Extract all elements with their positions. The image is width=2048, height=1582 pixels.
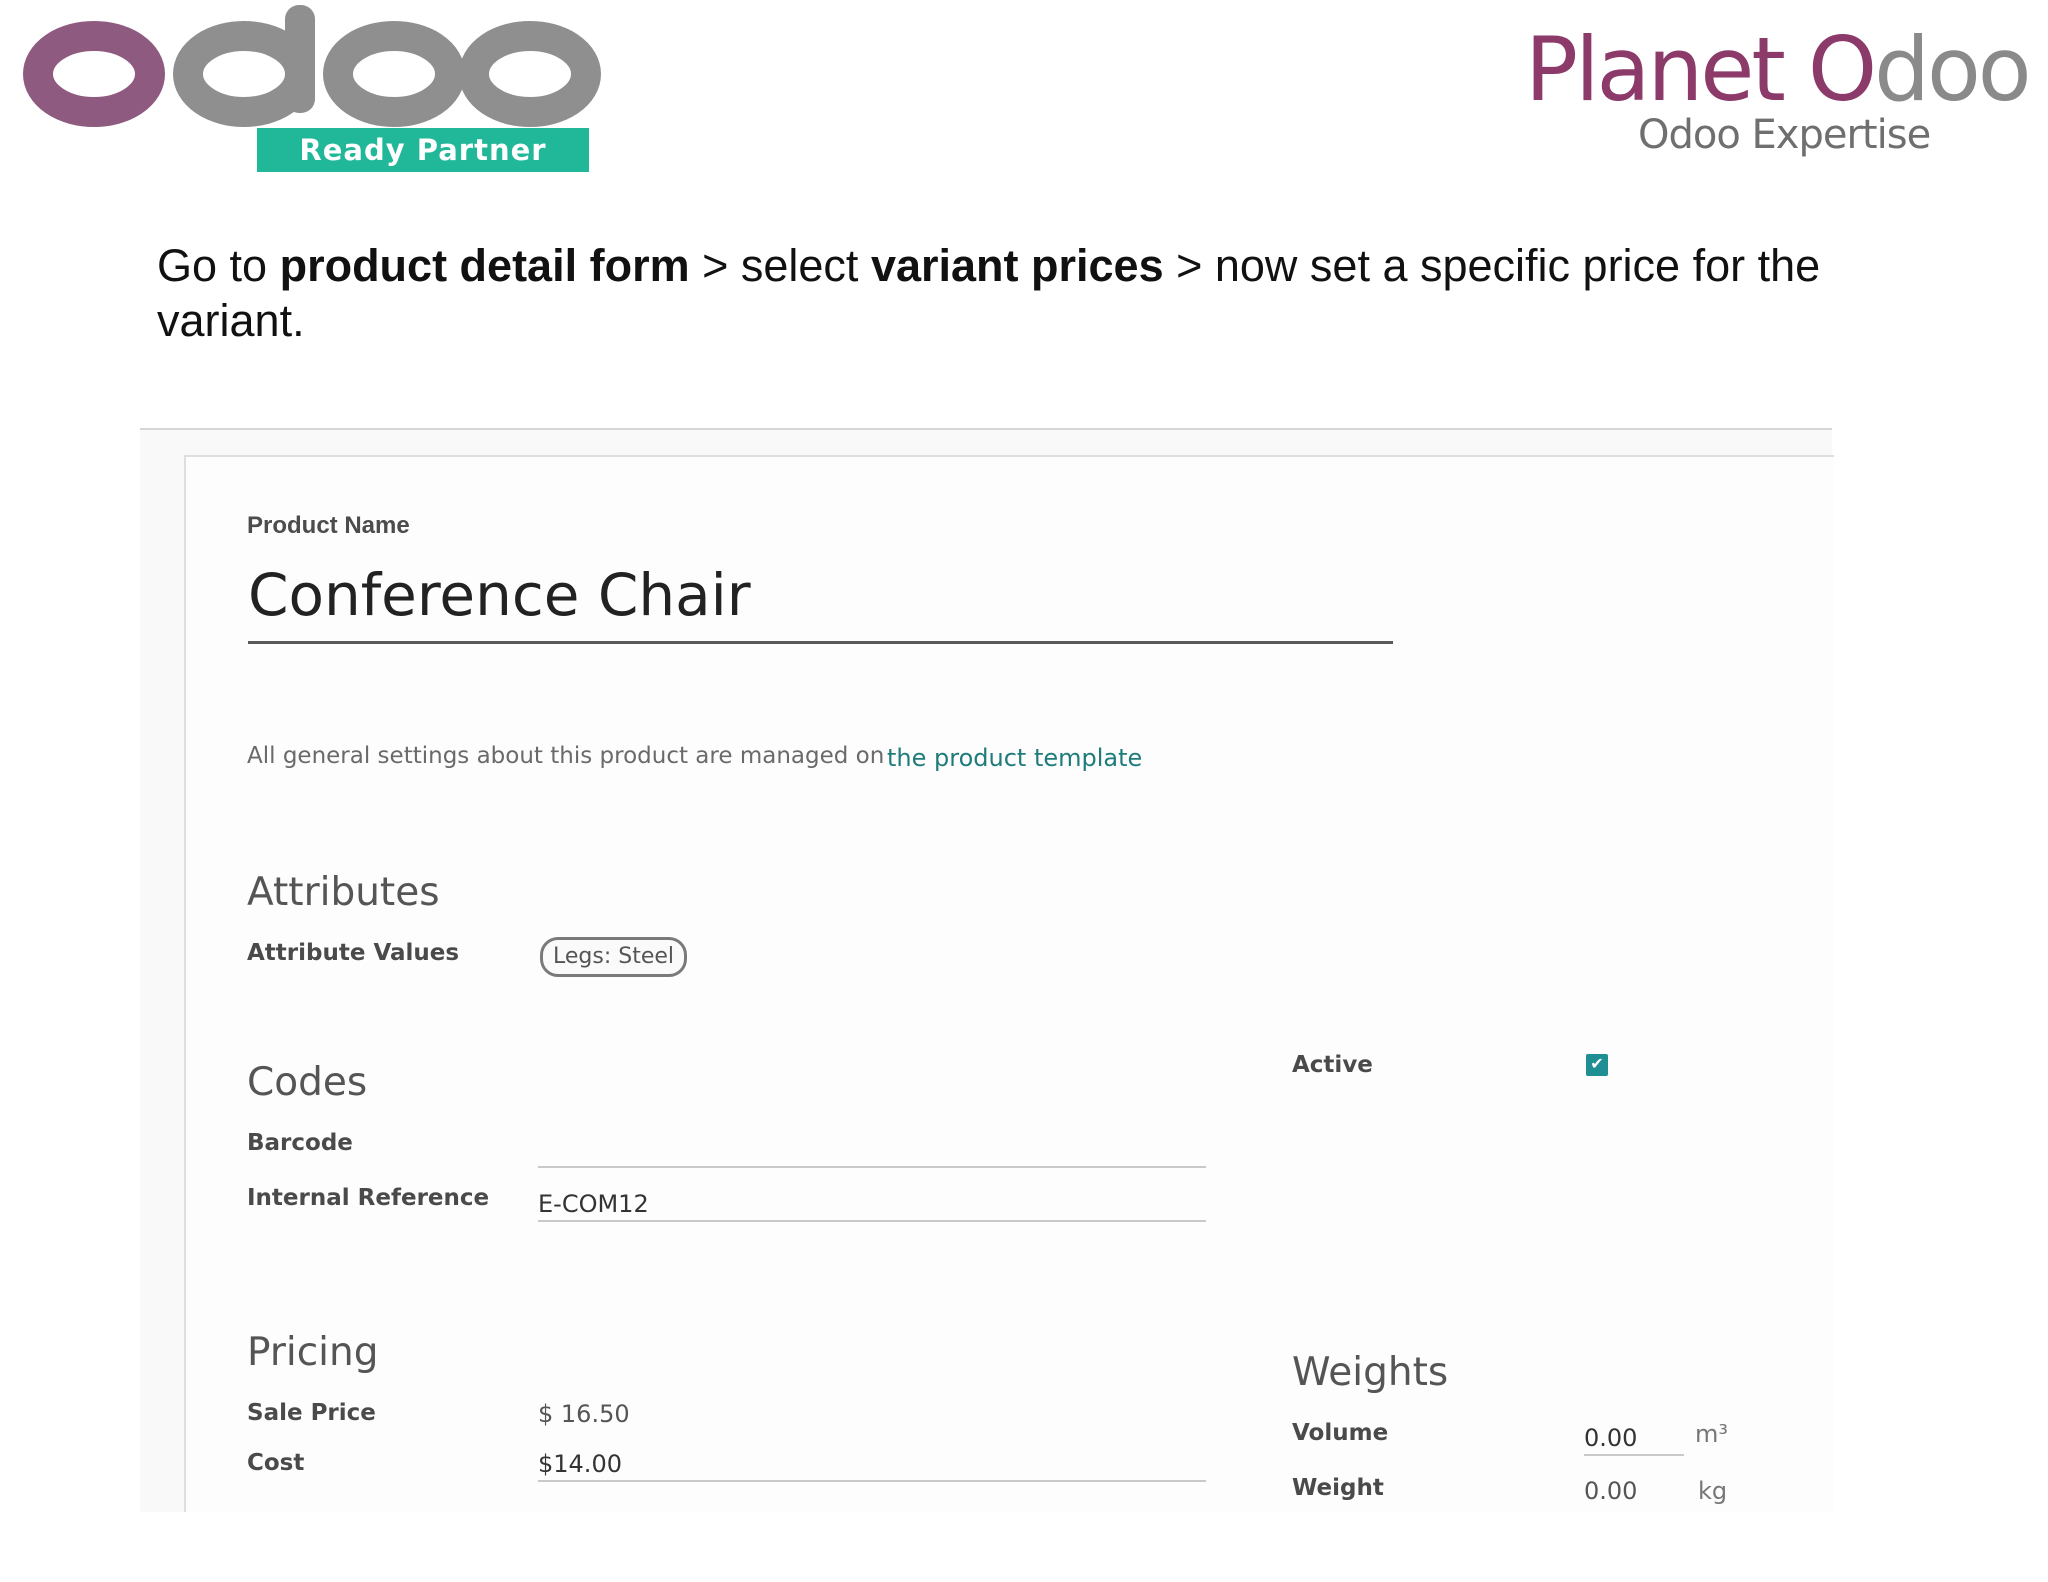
volume-unit: m³ (1695, 1420, 1728, 1448)
template-note: All general settings about this product … (247, 743, 885, 769)
weight-label: Weight (1292, 1475, 1384, 1501)
weight-unit: kg (1698, 1477, 1728, 1505)
cost-label: Cost (247, 1450, 305, 1476)
cost-field[interactable]: $14.00 (538, 1444, 1206, 1482)
ready-partner-badge: Ready Partner (257, 128, 589, 172)
weights-section-title: Weights (1292, 1350, 1449, 1395)
instruction-text: Go to product detail form > select varia… (157, 240, 1821, 346)
sale-price-value: $ 16.50 (538, 1400, 630, 1428)
volume-field[interactable]: 0.00 (1584, 1418, 1684, 1456)
sale-price-label: Sale Price (247, 1400, 376, 1426)
product-name-input[interactable]: Conference Chair (248, 555, 1393, 644)
barcode-label: Barcode (247, 1130, 353, 1156)
active-label: Active (1292, 1052, 1373, 1078)
product-template-link[interactable]: the product template (887, 744, 1142, 772)
attributes-section-title: Attributes (247, 870, 440, 915)
internal-reference-field[interactable]: E-COM12 (538, 1184, 1206, 1222)
barcode-field[interactable] (538, 1130, 1206, 1168)
internal-reference-label: Internal Reference (247, 1185, 490, 1211)
active-checkbox[interactable]: ✔ (1586, 1054, 1608, 1076)
attribute-values-label: Attribute Values (247, 940, 460, 966)
planet-odoo-tagline: Odoo Expertise (1638, 112, 1931, 158)
weight-value[interactable]: 0.00 (1584, 1477, 1637, 1505)
pricing-section-title: Pricing (247, 1330, 379, 1375)
codes-section-title: Codes (247, 1060, 368, 1105)
planet-odoo-logo: Planet Odoo (1525, 18, 2032, 121)
volume-label: Volume (1292, 1420, 1389, 1446)
attribute-tag[interactable]: Legs: Steel (540, 937, 688, 977)
product-name-label: Product Name (247, 512, 410, 539)
